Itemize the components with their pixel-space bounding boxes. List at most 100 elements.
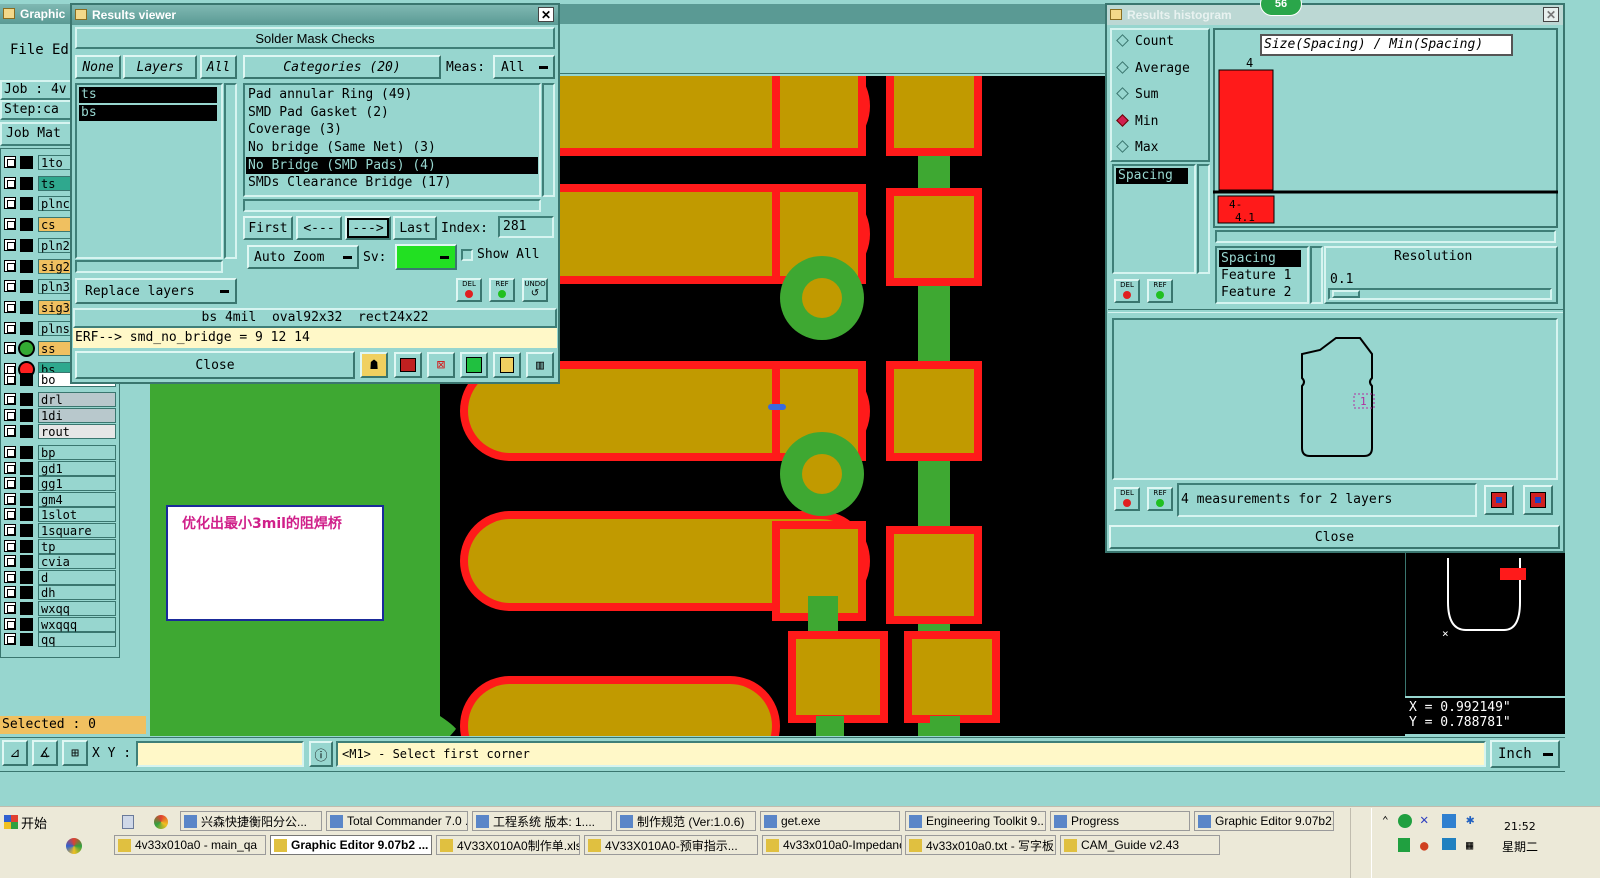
hist-tool-1-button[interactable] [1484, 485, 1514, 515]
taskbar-item[interactable]: Engineering Toolkit 9.... [905, 811, 1046, 831]
info-button[interactable]: ⓘ [309, 741, 333, 767]
layer-row[interactable]: wxqqq [4, 616, 116, 632]
layer-checkbox[interactable] [4, 617, 16, 630]
rv-undo-button[interactable]: UNDO ↺ [522, 278, 548, 302]
layer-row[interactable]: rout [4, 424, 116, 439]
layer-checkbox[interactable] [4, 539, 16, 552]
layer-checkbox[interactable] [4, 409, 16, 421]
layer-checkbox[interactable] [4, 218, 16, 231]
sv-color-select[interactable] [395, 244, 457, 270]
results-viewer-close-button[interactable]: Close [75, 351, 355, 379]
layer-name[interactable]: d [38, 569, 116, 585]
results-viewer-close-icon[interactable]: ✕ [538, 7, 554, 22]
quick-launch-icon[interactable] [66, 838, 82, 854]
layer-checkbox[interactable] [4, 524, 16, 536]
layer-row[interactable]: cvia [4, 554, 116, 570]
xy-input[interactable] [136, 741, 304, 767]
nav-last-button[interactable]: Last [393, 216, 437, 240]
stat-option[interactable]: Max [1116, 140, 1158, 155]
layer-checkbox[interactable] [4, 492, 16, 505]
taskbar-item[interactable]: 4v33x010a0 - main_qa [114, 835, 266, 855]
histogram-list-vscroll[interactable] [1197, 164, 1210, 274]
units-select[interactable]: Inch [1490, 740, 1560, 768]
layer-name[interactable]: qq [38, 632, 116, 648]
nav-prev-button[interactable]: <--- [296, 216, 342, 240]
layer-row[interactable]: tp [4, 538, 116, 554]
index-input[interactable]: 281 [498, 216, 554, 238]
preview-del-button[interactable]: DEL [1114, 487, 1140, 511]
taskbar-item[interactable]: Graphic Editor 9.07b2... [1194, 811, 1334, 831]
taskbar-item[interactable]: 4V33X010A0-预审指示... [584, 835, 758, 855]
tray-icon[interactable]: ● [1420, 838, 1428, 854]
taskbar-item[interactable]: 工程系统 版本: 1.... [472, 811, 612, 831]
tray-icon[interactable] [1442, 838, 1456, 850]
layer-row[interactable]: qq [4, 632, 116, 648]
layer-row[interactable]: dh [4, 585, 116, 601]
layer-name[interactable]: wxqqq [38, 616, 116, 632]
layer-name[interactable]: tp [38, 538, 116, 554]
category-item[interactable]: Pad annular Ring (49) [246, 86, 538, 104]
layer-row[interactable]: 1di [4, 408, 116, 423]
layer-checkbox[interactable] [4, 259, 16, 272]
rv-tool-5-button[interactable] [493, 352, 521, 378]
tray-icon[interactable] [1442, 814, 1456, 828]
nav-first-button[interactable]: First [243, 216, 293, 240]
layer-checkbox[interactable] [4, 425, 16, 437]
layer-checkbox[interactable] [4, 586, 16, 599]
auto-zoom-select[interactable]: Auto Zoom [247, 245, 359, 269]
histogram-item-list[interactable]: Spacing [1112, 164, 1196, 274]
menu-edit[interactable]: Ed [52, 42, 69, 58]
attr-item-feature1[interactable]: Feature 1 [1219, 267, 1305, 284]
taskbar-item[interactable]: 兴森快捷衡阳分公... [180, 811, 322, 831]
resolution-slider-thumb[interactable] [1332, 290, 1360, 298]
layer-name[interactable]: 1slot [38, 507, 116, 523]
category-item[interactable]: No bridge (Same Net) (3) [246, 139, 538, 157]
layer-row[interactable]: wxqq [4, 601, 116, 616]
attr-item-spacing[interactable]: Spacing [1219, 250, 1301, 267]
histogram-item[interactable]: Spacing [1116, 168, 1188, 184]
zoom-tool-button[interactable]: ⊿ [2, 740, 28, 766]
start-button[interactable]: 开始 [2, 811, 52, 833]
attr-list[interactable]: Spacing Feature 1 Feature 2 [1215, 246, 1309, 304]
categories-hscroll[interactable] [243, 199, 541, 212]
layer-checkbox[interactable] [4, 633, 16, 646]
layers-all-button[interactable]: All [200, 55, 237, 79]
attr-list-vscroll[interactable] [1310, 246, 1323, 304]
layer-checkbox[interactable] [4, 508, 16, 521]
layer-checkbox[interactable] [4, 156, 16, 168]
rv-tool-1-button[interactable]: ☗ [360, 352, 388, 378]
layers-none-button[interactable]: None [75, 55, 121, 79]
layer-name[interactable]: cvia [38, 554, 116, 570]
taskbar-item[interactable]: Progress [1050, 811, 1190, 831]
histogram-close-icon[interactable]: ✕ [1543, 7, 1559, 22]
categories-button[interactable]: Categories (20) [243, 55, 441, 79]
taskbar-item[interactable]: get.exe [760, 811, 900, 831]
stat-option[interactable]: Min [1116, 114, 1158, 129]
tray-icon[interactable] [1398, 814, 1412, 828]
layer-list-vscroll[interactable] [224, 83, 237, 259]
tray-icon[interactable]: ✱ [1466, 812, 1474, 828]
hist-del-button[interactable]: DEL [1114, 279, 1140, 303]
rv-del-button[interactable]: DEL [456, 278, 482, 302]
layer-checkbox[interactable] [4, 321, 16, 334]
layers-button[interactable]: Layers [123, 55, 197, 79]
layer-row[interactable]: gg1 [4, 476, 116, 492]
layer-result-list[interactable]: ts bs [75, 83, 223, 259]
layer-name[interactable]: gg1 [38, 476, 116, 492]
rv-tool-2-button[interactable] [394, 352, 422, 378]
tray-icon[interactable] [1398, 838, 1410, 852]
layer-checkbox[interactable] [4, 477, 16, 490]
layer-name[interactable]: gd1 [38, 460, 116, 476]
layer-name[interactable]: bp [38, 445, 116, 460]
layer-name[interactable]: 1di [38, 408, 116, 423]
stat-option[interactable]: Average [1116, 61, 1190, 76]
taskbar-item[interactable]: 4v33x010a0-Impedance ... [762, 835, 902, 855]
quick-launch-browser-icon[interactable] [154, 815, 168, 829]
stat-option[interactable]: Sum [1116, 87, 1158, 102]
hist-ref-button[interactable]: REF [1147, 279, 1173, 303]
grid-tool-button[interactable]: ⊞ [62, 740, 88, 766]
layer-name[interactable]: dh [38, 585, 116, 601]
taskbar-item[interactable]: 4v33x010a0.txt - 写字板 [905, 835, 1056, 855]
layer-name[interactable]: rout [38, 424, 116, 439]
layer-checkbox[interactable] [4, 342, 16, 355]
